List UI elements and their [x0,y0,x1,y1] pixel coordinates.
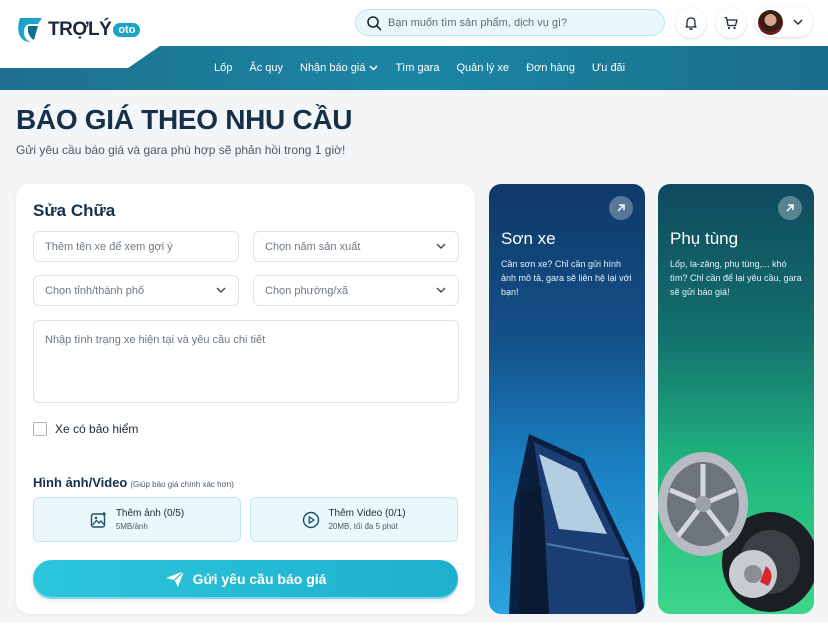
insurance-label: Xe có bảo hiểm [55,422,139,436]
image-add-icon [90,511,106,528]
insurance-checkbox[interactable] [33,422,47,436]
wheel-rim-image [658,452,814,612]
page-subtitle: Gửi yêu cầu báo giá và gara phù hợp sẽ p… [16,143,346,157]
logo-badge: oto [113,23,141,37]
avatar [758,9,783,35]
add-video-limit: 20MB, tối đa 5 phút [328,522,398,531]
page-title: BÁO GIÁ THEO NHU CẦU [16,104,353,135]
logo-text: TRỢLÝ [48,19,112,40]
submit-label: Gửi yêu cầu báo giá [192,570,327,587]
condition-detail-textarea[interactable]: Nhập tình trạng xe hiện tại và yêu cầu c… [33,320,459,403]
notification-button[interactable] [676,8,706,38]
nav-menu: Lốp Ắc quy Nhận báo giá Tìm gara Quản lý… [214,46,642,90]
province-placeholder: Chọn tỉnh/thành phố [45,284,145,297]
arrow-up-right-icon[interactable] [778,196,802,220]
media-section-title: Hình ảnh/Video (Giúp báo giá chính xác h… [33,475,234,490]
add-image-label: Thêm ảnh (0/5) [115,508,185,519]
send-icon [165,570,184,587]
chevron-down-icon [793,18,803,25]
nav-item-batteries[interactable]: Ắc quy [249,62,283,74]
ward-placeholder: Chọn phường/xã [265,284,349,297]
add-video-button[interactable]: Thêm Video (0/1) 20MB, tối đa 5 phút [250,497,458,542]
add-video-label: Thêm Video (0/1) [328,508,406,519]
nav-item-offers[interactable]: Ưu đãi [592,62,625,74]
user-menu[interactable] [755,7,813,37]
detail-placeholder: Nhập tình trạng xe hiện tại và yêu cầu c… [45,334,266,346]
promo-title: Phụ tùng [670,229,739,248]
promo-desc: Cần sơn xe? Chỉ cần gửi hình ảnh mô tả, … [501,259,632,297]
search-icon [367,15,382,30]
submit-quote-button[interactable]: Gửi yêu cầu báo giá [33,560,458,597]
promo-desc: Lốp, la-zăng, phụ tùng,... khó tìm? Chỉ … [670,259,802,297]
search-bar[interactable] [355,9,665,36]
arrow-up-right-icon[interactable] [609,196,633,220]
year-select[interactable]: Chọn năm sản xuất [253,231,459,262]
chevron-down-icon [369,65,378,71]
nav-item-orders[interactable]: Đơn hàng [526,62,575,74]
promo-title: Sơn xe [501,229,556,248]
logo-mark-icon [18,18,42,42]
nav-item-manage-car[interactable]: Quản lý xe [456,62,509,74]
car-door-image [509,434,645,614]
add-image-button[interactable]: Thêm ảnh (0/5) 5MB/ảnh [33,497,241,542]
cart-icon [724,16,738,30]
logo[interactable]: TRỢLÝ oto [16,12,141,48]
promo-card-paint[interactable]: Sơn xe Cần sơn xe? Chỉ cần gửi hình ảnh … [489,184,645,614]
chevron-down-icon [436,243,446,249]
year-placeholder: Chọn năm sản xuất [265,240,361,253]
insurance-checkbox-row[interactable]: Xe có bảo hiểm [33,422,138,436]
province-select[interactable]: Chọn tỉnh/thành phố [33,275,239,306]
media-title: Hình ảnh/Video [33,475,128,490]
top-header: TRỢLÝ oto [0,0,828,46]
chevron-down-icon [216,287,226,293]
ward-select[interactable]: Chọn phường/xã [253,275,459,306]
bell-icon [685,17,697,30]
repair-form-card: Sửa Chữa Thêm tên xe để xem gợi ý Chọn n… [16,184,475,614]
search-input[interactable] [388,16,648,29]
form-title: Sửa Chữa [33,201,116,220]
nav-item-tires[interactable]: Lốp [214,62,232,74]
car-name-input[interactable]: Thêm tên xe để xem gợi ý [33,231,239,262]
promo-card-parts[interactable]: Phụ tùng Lốp, la-zăng, phụ tùng,... khó … [658,184,814,614]
car-name-placeholder: Thêm tên xe để xem gợi ý [45,240,173,253]
cart-button[interactable] [716,8,746,38]
chevron-down-icon [436,287,446,293]
nav-item-find-garage[interactable]: Tìm gara [395,62,439,74]
bottom-strip [0,622,828,629]
add-image-limit: 5MB/ảnh [115,522,148,531]
nav-item-get-quote[interactable]: Nhận báo giá [300,62,378,74]
play-circle-icon [303,511,320,528]
media-note: (Giúp báo giá chính xác hơn) [130,480,234,489]
nav-item-get-quote-label: Nhận báo giá [300,62,366,74]
